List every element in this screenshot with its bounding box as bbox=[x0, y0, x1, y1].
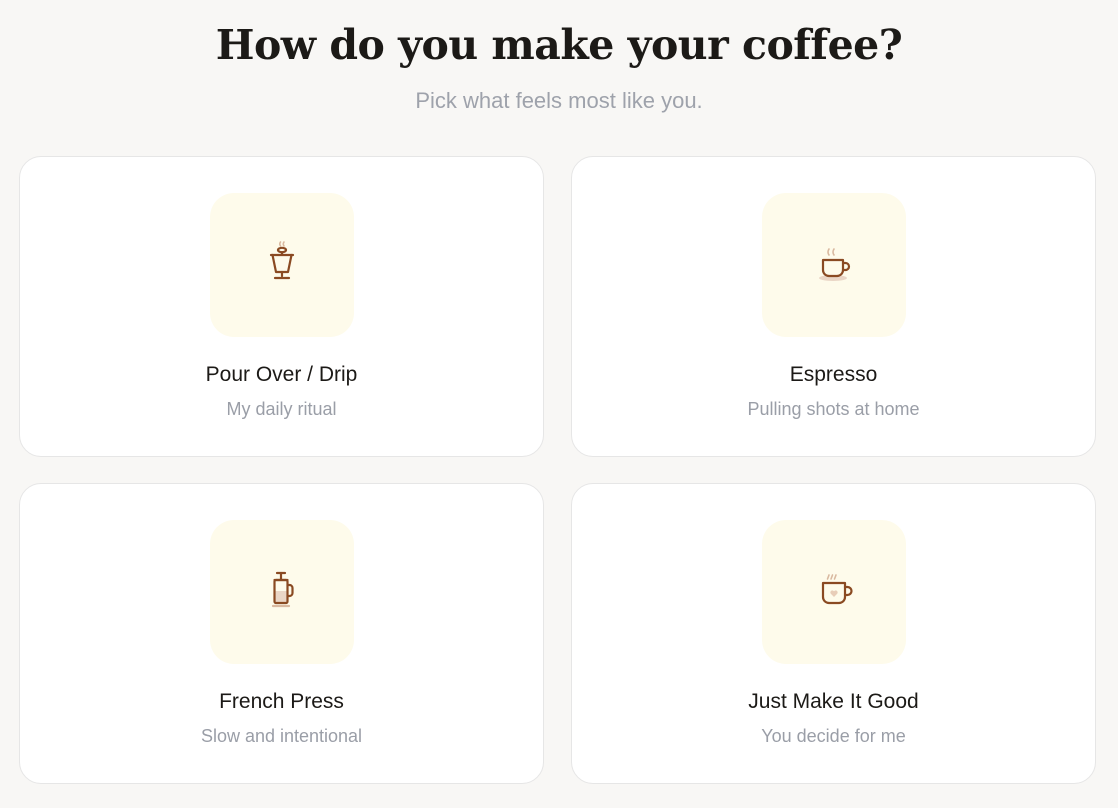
option-card-espresso[interactable]: Espresso Pulling shots at home bbox=[571, 156, 1096, 457]
page-subtitle: Pick what feels most like you. bbox=[415, 88, 703, 113]
icon-tile bbox=[762, 520, 906, 664]
heart-mug-icon bbox=[821, 574, 853, 605]
option-card-just-make-it-good[interactable]: Just Make It Good You decide for me bbox=[571, 483, 1096, 784]
option-title: Espresso bbox=[789, 363, 878, 386]
option-title: Pour Over / Drip bbox=[205, 363, 358, 386]
option-subtitle: My daily ritual bbox=[226, 399, 337, 419]
icon-tile bbox=[210, 193, 354, 337]
option-card-pour-over[interactable]: Pour Over / Drip My daily ritual bbox=[19, 156, 544, 457]
option-subtitle: Slow and intentional bbox=[200, 726, 363, 746]
icon-tile bbox=[210, 520, 354, 664]
pour-over-icon bbox=[269, 241, 295, 280]
option-title: Just Make It Good bbox=[748, 690, 919, 713]
espresso-cup-icon bbox=[819, 248, 851, 281]
option-title: French Press bbox=[219, 690, 344, 713]
page-title: How do you make your coffee? bbox=[215, 21, 903, 69]
option-card-french-press[interactable]: French Press Slow and intentional bbox=[19, 483, 544, 784]
icon-tile bbox=[762, 193, 906, 337]
option-subtitle: Pulling shots at home bbox=[747, 399, 920, 419]
french-press-icon bbox=[271, 571, 294, 608]
option-subtitle: You decide for me bbox=[761, 726, 906, 746]
